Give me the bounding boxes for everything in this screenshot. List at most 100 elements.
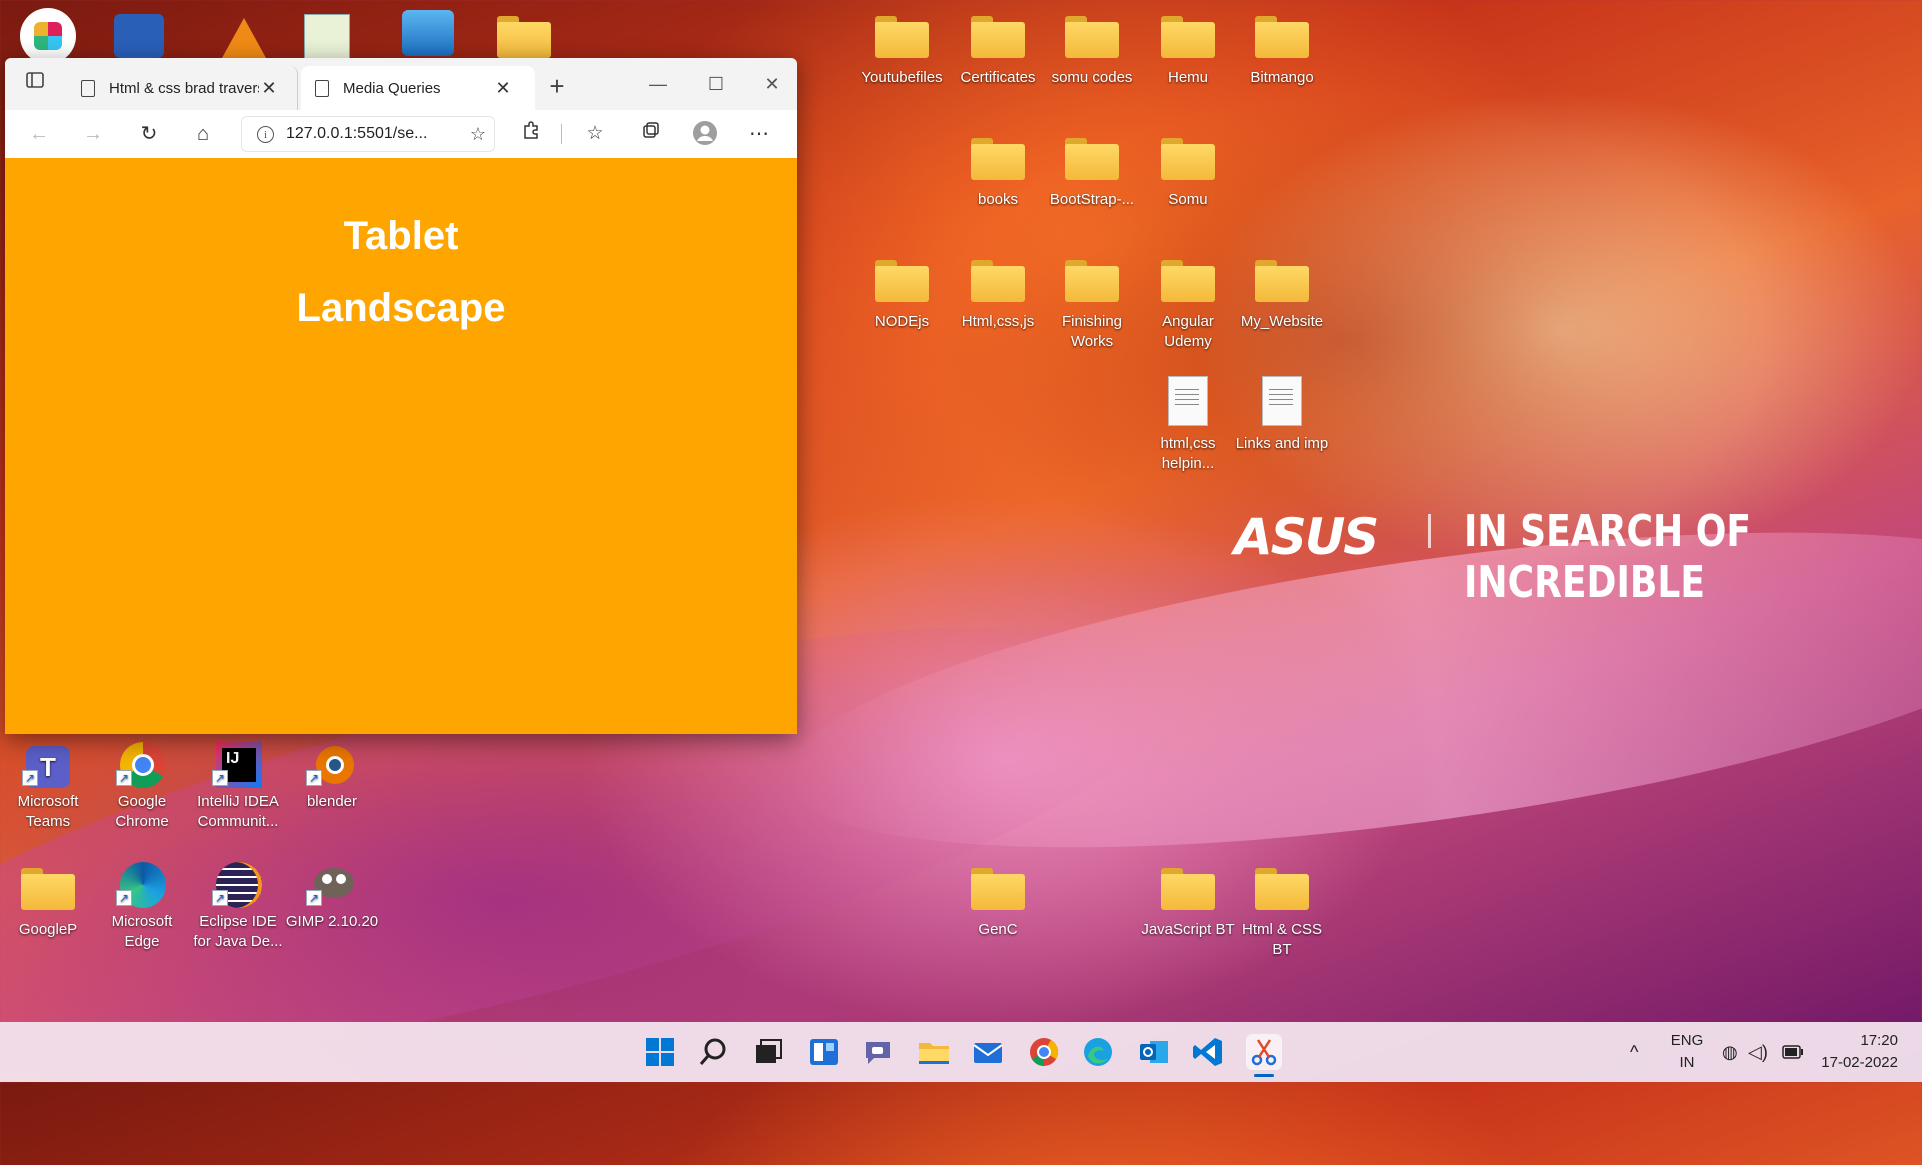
desktop-folder-certificates[interactable]: Certificates <box>950 14 1046 88</box>
desktop-folder-youtubefiles[interactable]: Youtubefiles <box>854 14 950 88</box>
file-explorer-button[interactable] <box>916 1034 952 1070</box>
desktop-shortcut-microsoft-teams[interactable]: T ↗ Microsoft Teams <box>0 742 96 832</box>
desktop-folder-bootstrap[interactable]: BootStrap-... <box>1044 136 1140 210</box>
folder-icon <box>875 260 929 302</box>
desktop-folder-html-css-bt[interactable]: Html & CSS BT <box>1234 866 1330 960</box>
forward-button[interactable]: → <box>79 120 107 148</box>
desktop-folder-finishing-works[interactable]: Finishing Works <box>1044 258 1140 352</box>
page-content: Tablet Landscape <box>5 158 797 734</box>
snipping-tool-icon <box>1251 1039 1277 1066</box>
desktop-shortcut-microsoft-edge[interactable]: ↗ Microsoft Edge <box>94 862 190 952</box>
chrome-taskbar-button[interactable] <box>1026 1034 1062 1070</box>
desktop-folder-somu[interactable]: Somu <box>1140 136 1236 210</box>
start-button[interactable] <box>642 1034 678 1070</box>
refresh-button[interactable]: ↻ <box>135 120 163 148</box>
site-info-icon[interactable]: i <box>257 125 274 143</box>
tab-html-css-brad[interactable]: Html & css brad traversy ✕ <box>67 66 298 110</box>
folder-icon <box>971 16 1025 58</box>
desktop-file-html-css-helping[interactable]: html,css helpin... <box>1140 376 1236 474</box>
mail-button[interactable] <box>970 1034 1006 1070</box>
desktop-shortcut-blender[interactable]: ↗ blender <box>284 742 380 812</box>
desktop-folder-books[interactable]: books <box>950 136 1046 210</box>
tab-media-queries[interactable]: Media Queries ✕ <box>301 66 535 110</box>
desktop-shortcut-eclipse[interactable]: ↗ Eclipse IDE for Java De... <box>190 862 286 952</box>
outlook-taskbar-button[interactable] <box>1136 1034 1172 1070</box>
close-tab-icon[interactable]: ✕ <box>259 78 279 99</box>
document-icon <box>1262 376 1302 426</box>
battery-icon[interactable] <box>1782 1022 1804 1082</box>
desktop-folder-googlep[interactable]: GoogleP <box>0 866 96 940</box>
windows-icon <box>646 1038 674 1066</box>
desktop-folder-my-website[interactable]: My_Website <box>1234 258 1330 332</box>
language-indicator[interactable]: ENG IN <box>1662 1030 1712 1074</box>
task-view-button[interactable] <box>750 1034 786 1070</box>
chat-icon <box>866 1042 890 1064</box>
desktop-folder-genc[interactable]: GenC <box>950 866 1046 940</box>
notepad-plus-desktop-icon[interactable] <box>304 14 350 62</box>
edge-icon <box>1084 1038 1112 1066</box>
tab-actions-icon <box>26 72 44 88</box>
clock[interactable]: 17:20 17-02-2022 <box>1812 1030 1898 1074</box>
outlook-icon <box>1140 1041 1168 1063</box>
desktop-file-links-and-imp[interactable]: Links and imp <box>1234 376 1330 454</box>
profile-button[interactable] <box>691 120 719 148</box>
browser-window: Html & css brad traversy ✕ Media Queries… <box>5 58 797 734</box>
extensions-button[interactable] <box>517 120 545 148</box>
desktop-folder-hemu[interactable]: Hemu <box>1140 14 1236 88</box>
show-hidden-icons-button[interactable]: ^ <box>1630 1022 1638 1082</box>
folder-icon <box>971 138 1025 180</box>
browser-toolbar: ← → ↻ ⌂ i 127.0.0.1:5501/se... ☆ ☆ ⋯ <box>5 110 797 159</box>
edge-taskbar-button[interactable] <box>1080 1034 1116 1070</box>
tab-actions-button[interactable] <box>21 70 49 98</box>
close-tab-icon[interactable]: ✕ <box>493 78 513 99</box>
network-icon[interactable]: ◍ <box>1722 1022 1738 1082</box>
teams-chat-button[interactable] <box>860 1034 896 1070</box>
maximize-button[interactable]: ☐ <box>691 68 741 100</box>
folder-icon <box>21 868 75 910</box>
new-tab-button[interactable]: + <box>543 72 571 100</box>
more-menu-button[interactable]: ⋯ <box>745 120 773 148</box>
collections-button[interactable] <box>637 120 665 148</box>
folder-icon <box>1161 16 1215 58</box>
network-desktop-icon[interactable] <box>402 10 454 56</box>
home-button[interactable]: ⌂ <box>189 120 217 148</box>
heading-line-2: Landscape <box>296 286 506 330</box>
folder-icon <box>875 16 929 58</box>
vlc-desktop-icon[interactable] <box>222 18 266 58</box>
volume-icon[interactable]: ◁) <box>1748 1022 1768 1082</box>
desktop-folder-javascript-bt[interactable]: JavaScript BT <box>1140 866 1236 940</box>
favorites-button[interactable]: ☆ <box>581 120 609 148</box>
url-text: 127.0.0.1:5501/se... <box>286 125 428 142</box>
widgets-button[interactable] <box>806 1034 842 1070</box>
gimp-icon: ↗ <box>304 862 360 908</box>
clock-time: 17:20 <box>1860 1032 1898 1049</box>
folder-top-desktop-icon[interactable] <box>496 14 552 58</box>
folder-icon <box>971 868 1025 910</box>
address-bar[interactable]: i 127.0.0.1:5501/se... ☆ <box>241 116 495 152</box>
desktop-shortcut-google-chrome[interactable]: ↗ Google Chrome <box>94 742 190 832</box>
search-button[interactable] <box>696 1034 732 1070</box>
vscode-taskbar-button[interactable] <box>1190 1034 1226 1070</box>
folder-icon <box>1255 16 1309 58</box>
minimize-button[interactable]: — <box>633 68 683 100</box>
folder-icon <box>1065 138 1119 180</box>
desktop-shortcut-gimp[interactable]: ↗ GIMP 2.10.20 <box>284 862 380 932</box>
chrome-icon: ↗ <box>114 742 170 788</box>
back-button[interactable]: ← <box>25 120 53 148</box>
taskbar: ^ ENG IN ◍ ◁) 17:20 17-02-2022 <box>0 1022 1922 1082</box>
snipping-tool-taskbar-button[interactable] <box>1246 1034 1282 1070</box>
edge-icon: ↗ <box>114 862 170 908</box>
desktop-shortcut-intellij[interactable]: IJ ↗ IntelliJ IDEA Communit... <box>190 742 286 832</box>
desktop-folder-html-css-js[interactable]: Html,css,js <box>950 258 1046 332</box>
tools-desktop-icon[interactable] <box>114 14 164 58</box>
slack-desktop-icon[interactable] <box>20 8 76 64</box>
folder-icon <box>1161 260 1215 302</box>
desktop-folder-somu-codes[interactable]: somu codes <box>1044 14 1140 88</box>
chrome-icon <box>1030 1038 1058 1066</box>
desktop-folder-bitmango[interactable]: Bitmango <box>1234 14 1330 88</box>
desktop-folder-angular-udemy[interactable]: Angular Udemy <box>1140 258 1236 352</box>
desktop-folder-nodejs[interactable]: NODEjs <box>854 258 950 332</box>
folder-icon <box>1255 868 1309 910</box>
close-window-button[interactable]: ✕ <box>747 68 797 100</box>
add-favorite-icon[interactable]: ☆ <box>461 124 495 145</box>
